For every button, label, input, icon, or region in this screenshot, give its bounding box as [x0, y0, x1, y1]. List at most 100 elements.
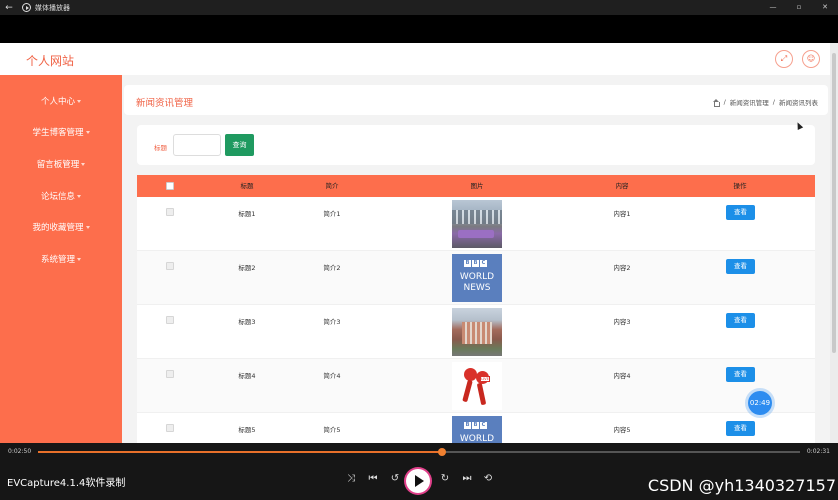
sidebar-item-student-blog[interactable]: 学生博客管理: [0, 126, 122, 138]
table-row: 标题1 简介1 内容1 查看: [137, 197, 815, 251]
timer-badge[interactable]: 02:49: [748, 391, 772, 415]
previous-track-icon[interactable]: ⏮: [366, 473, 380, 484]
row-checkbox[interactable]: [166, 424, 174, 432]
search-input[interactable]: [173, 134, 221, 156]
minimize-button[interactable]: —: [760, 0, 786, 15]
view-button[interactable]: 查看: [726, 259, 755, 274]
page-title: 新闻资讯管理: [136, 98, 194, 109]
breadcrumb-separator: /: [723, 98, 726, 106]
sidebar-item-forum[interactable]: 论坛信息: [0, 190, 122, 202]
cell-intro: 简介4: [323, 372, 341, 380]
next-track-icon[interactable]: ⏭: [460, 473, 474, 484]
cell-intro: 简介1: [323, 210, 341, 218]
cell-content: 内容4: [613, 372, 631, 380]
chevron-down-icon: [77, 258, 81, 261]
sidebar-item-label: 学生博客管理: [32, 128, 84, 138]
breadcrumb-bar: 新闻资讯管理 / 新闻资讯管理 / 新闻资讯列表: [124, 85, 828, 115]
player-controls: 0:02:50 0:02:31 EVCapture4.1.4软件录制 ⤨ ⏮ ↺…: [0, 443, 838, 500]
rewind-icon[interactable]: ↺: [388, 473, 402, 484]
cell-title: 标题4: [238, 372, 256, 380]
recorder-label: EVCapture4.1.4软件录制: [7, 478, 126, 489]
sidebar-item-label: 个人中心: [40, 97, 75, 107]
cell-content: 内容5: [613, 426, 631, 434]
chevron-down-icon: [85, 226, 90, 229]
sidebar-item-label: 我的收藏管理: [32, 223, 84, 233]
sidebar-item-label: 论坛信息: [40, 192, 75, 202]
home-icon[interactable]: [712, 98, 721, 107]
cell-content: 内容2: [613, 264, 631, 272]
repeat-icon[interactable]: ⟲: [481, 473, 495, 484]
bbc-world-news-text: WORLDNEWS: [459, 434, 495, 443]
view-button[interactable]: 查看: [726, 313, 755, 328]
view-button[interactable]: 查看: [726, 421, 755, 436]
sidebar-item-favorites[interactable]: 我的收藏管理: [0, 221, 122, 233]
search-button[interactable]: 查询: [225, 134, 254, 156]
row-checkbox[interactable]: [166, 316, 174, 324]
shuffle-icon[interactable]: ⤨: [344, 473, 358, 484]
sidebar-item-message-board[interactable]: 留言板管理: [0, 158, 122, 170]
seek-progress: [38, 451, 442, 453]
play-button[interactable]: [406, 469, 430, 493]
search-label: 标题: [154, 144, 167, 152]
chevron-down-icon: [81, 163, 86, 166]
cell-intro: 简介2: [323, 264, 341, 272]
row-checkbox[interactable]: [166, 370, 174, 378]
close-button[interactable]: ✕: [812, 0, 838, 15]
back-arrow-icon[interactable]: ←: [0, 3, 18, 13]
bbc-world-news-image: BBC WORLDNEWS: [452, 254, 502, 302]
table-row: 标题4 简介4 LIVE 内容4 查看: [137, 359, 815, 413]
column-header-intro: 简介: [325, 182, 339, 190]
microphone-icon: [464, 368, 477, 381]
title-bar: ← 媒体播放器 — ▫ ✕: [0, 0, 838, 15]
cell-title: 标题2: [238, 264, 256, 272]
table-header: 标题 简介 图片 内容 操作: [137, 175, 815, 197]
sidebar-item-personal-center[interactable]: 个人中心: [0, 95, 122, 107]
user-icon[interactable]: ☺: [802, 50, 820, 68]
seek-handle[interactable]: [437, 448, 446, 456]
page-scrollbar[interactable]: [830, 43, 838, 443]
cell-title: 标题3: [238, 318, 256, 326]
school-photo: [452, 308, 502, 356]
column-header-content[interactable]: 内容: [616, 175, 629, 197]
cell-content: 内容3: [613, 318, 631, 326]
bbc-world-news-image: BBC WORLDNEWS: [452, 416, 502, 443]
table-row: 标题5 简介5 BBC WORLDNEWS 内容5 查看: [137, 413, 815, 443]
view-button[interactable]: 查看: [726, 367, 755, 382]
maximize-button[interactable]: ▫: [786, 0, 812, 15]
sidebar-item-system[interactable]: 系统管理: [0, 253, 122, 265]
breadcrumb: / 新闻资讯管理 / 新闻资讯列表: [712, 97, 818, 107]
news-table: 标题 简介 图片 内容 操作 标题1 简介1 内容1 查看 标题2 简介2 BB…: [137, 175, 815, 443]
window-title: 媒体播放器: [35, 3, 70, 12]
cell-intro: 简介5: [323, 426, 341, 434]
elapsed-time: 0:02:50: [8, 448, 32, 455]
media-player-window: ← 媒体播放器 — ▫ ✕ 个人网站 ⤢ ☺ 个人中心 学生博客管理 留言板管理…: [0, 0, 838, 500]
cell-title: 标题1: [238, 210, 256, 218]
view-button[interactable]: 查看: [726, 205, 755, 220]
cell-title: 标题5: [238, 426, 256, 434]
breadcrumb-item-news-list: 新闻资讯列表: [779, 99, 818, 107]
row-checkbox[interactable]: [166, 262, 174, 270]
breadcrumb-separator: /: [772, 98, 775, 106]
select-all-checkbox[interactable]: [166, 182, 174, 190]
sidebar: 个人中心 学生博客管理 留言板管理 论坛信息 我的收藏管理 系统管理: [0, 75, 122, 443]
watermark: CSDN @yh1340327157: [647, 476, 836, 495]
column-header-action: 操作: [733, 182, 747, 190]
live-badge: LIVE: [480, 376, 490, 382]
site-header: 个人网站 ⤢ ☺: [0, 43, 830, 75]
cell-content: 内容1: [613, 210, 631, 218]
table-row: 标题2 简介2 BBC WORLD NEWS 内容2 查看: [137, 251, 815, 305]
fast-forward-icon[interactable]: ↻: [438, 473, 452, 484]
fullscreen-icon[interactable]: ⤢: [775, 50, 793, 68]
letterbox-top: [0, 15, 838, 43]
breadcrumb-item-news-management[interactable]: 新闻资讯管理: [730, 97, 769, 107]
seek-bar[interactable]: [38, 448, 800, 456]
search-panel: 标题 查询: [137, 125, 815, 165]
column-header-image: 图片: [470, 182, 484, 190]
media-player-icon: [22, 3, 31, 12]
scrollbar-thumb[interactable]: [832, 53, 836, 353]
column-header-title[interactable]: 标题: [241, 175, 254, 197]
row-checkbox[interactable]: [166, 208, 174, 216]
sidebar-item-label: 留言板管理: [36, 160, 80, 170]
site-title: 个人网站: [26, 54, 75, 68]
chevron-down-icon: [85, 131, 90, 134]
